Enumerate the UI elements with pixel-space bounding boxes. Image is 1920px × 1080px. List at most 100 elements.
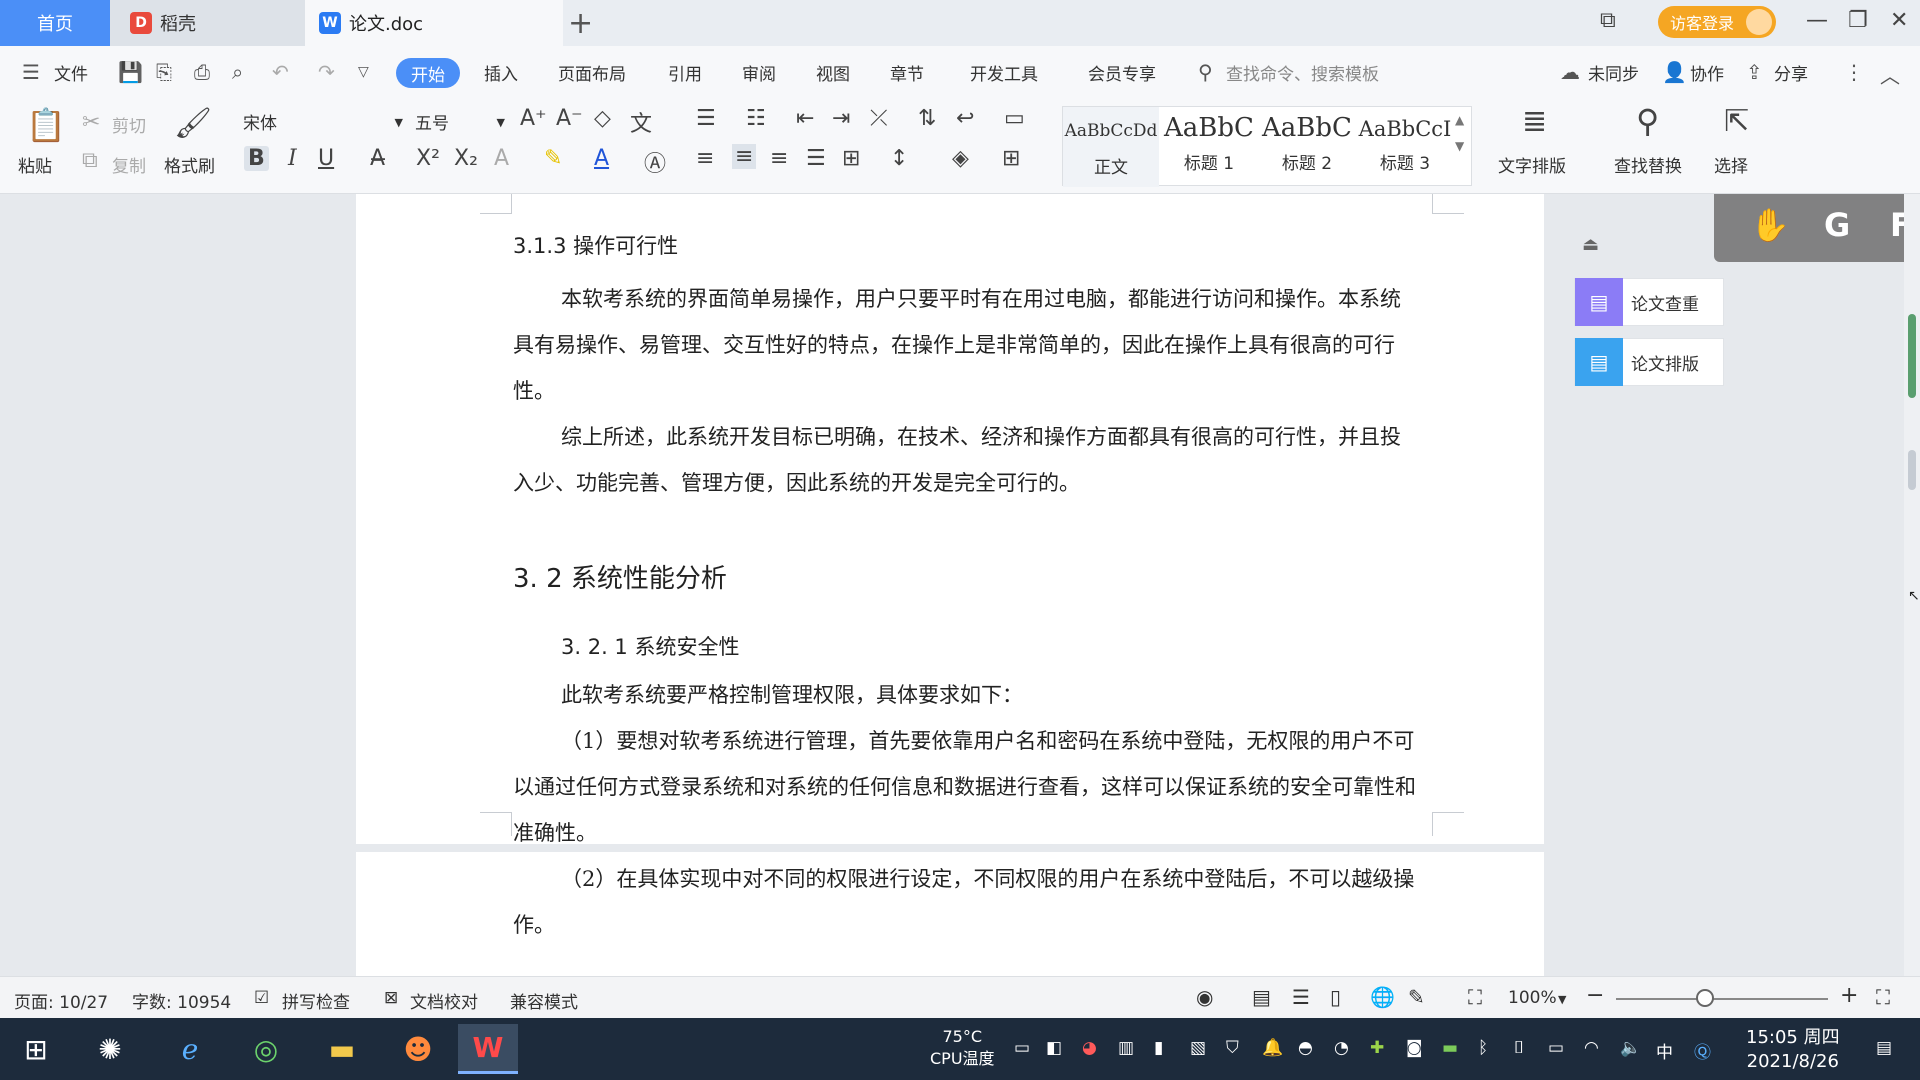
usb-icon[interactable]: ⌷: [1514, 1038, 1524, 1058]
paste-icon[interactable]: 📋: [26, 106, 66, 144]
bell-icon[interactable]: 🔔: [1262, 1038, 1283, 1058]
paragraph[interactable]: 综上所述，此系统开发目标已明确，在技术、经济和操作方面都具有很高的可行性，并且投…: [513, 414, 1418, 506]
shield-icon[interactable]: ⛉: [1226, 1038, 1239, 1058]
sort-icon[interactable]: ⇅: [918, 106, 936, 131]
zoom-level-select[interactable]: 100%: [1508, 988, 1557, 1008]
paste-button[interactable]: 粘贴: [18, 152, 52, 177]
tray-app-icon[interactable]: ◕: [1082, 1038, 1097, 1058]
menu-insert[interactable]: 插入: [484, 60, 518, 85]
show-marks-icon[interactable]: ↩: [956, 106, 974, 131]
bold-icon[interactable]: B: [244, 146, 269, 171]
line-spacing-icon[interactable]: ↕: [890, 146, 908, 171]
tray-app-icon[interactable]: ◧: [1046, 1038, 1062, 1058]
undo-icon[interactable]: ↶: [272, 60, 289, 84]
zoom-slider-handle[interactable]: [1696, 989, 1715, 1007]
shading-icon[interactable]: ◈: [952, 146, 969, 171]
heading-3-2[interactable]: 3. 2 系统性能分析: [513, 558, 727, 595]
cut-button[interactable]: 剪切: [112, 112, 146, 137]
read-view-icon[interactable]: ▯: [1330, 985, 1341, 1009]
decrease-indent-icon[interactable]: ⇤: [796, 106, 814, 131]
align-right-icon[interactable]: ≡: [770, 146, 788, 171]
increase-indent-icon[interactable]: ⇥: [832, 106, 850, 131]
file-explorer-icon[interactable]: ▬: [312, 1024, 372, 1074]
menu-chapter[interactable]: 章节: [890, 60, 924, 85]
floating-toolbar[interactable]: ✋ G F: [1714, 194, 1920, 262]
web-view-icon[interactable]: 🌐: [1370, 985, 1395, 1009]
guest-login-button[interactable]: 访客登录: [1658, 6, 1776, 38]
word-count[interactable]: 字数: 10954: [132, 988, 231, 1013]
tray-app-icon[interactable]: ◓: [1298, 1038, 1313, 1058]
char-border-icon[interactable]: Ⓐ: [644, 146, 666, 178]
outline-view-icon[interactable]: ☰: [1292, 985, 1310, 1009]
share-button[interactable]: 分享: [1774, 60, 1808, 85]
style-heading-1[interactable]: AaBbC 标题 1: [1161, 107, 1257, 187]
paper-check-button[interactable]: ▤ 论文查重: [1574, 278, 1724, 326]
cpu-temp-widget[interactable]: 75°C CPU温度: [930, 1026, 995, 1070]
paragraph[interactable]: 本软考系统的界面简单易操作，用户只要平时有在用过电脑，都能进行访问和操作。本系统…: [513, 276, 1418, 414]
justify-icon[interactable]: ☰: [806, 146, 826, 171]
bluetooth-icon[interactable]: ᛒ: [1478, 1038, 1488, 1058]
pinwheel-app-icon[interactable]: ✺: [80, 1024, 140, 1074]
menu-file[interactable]: 文件: [54, 60, 88, 85]
copy-button[interactable]: 复制: [112, 152, 146, 177]
proofread-button[interactable]: 文档校对: [410, 988, 478, 1013]
ruler-icon[interactable]: ▭: [1004, 106, 1025, 131]
wifi-icon[interactable]: ◠: [1584, 1038, 1599, 1058]
decrease-font-icon[interactable]: A⁻: [556, 106, 583, 131]
font-size-select[interactable]: 五号 ▼: [410, 108, 510, 134]
page-count[interactable]: 页面: 10/27: [14, 988, 108, 1013]
menu-view[interactable]: 视图: [816, 60, 850, 85]
text-layout-button[interactable]: 文字排版: [1498, 152, 1566, 177]
collapse-ribbon-icon[interactable]: ︿: [1880, 60, 1900, 89]
redo-icon[interactable]: ↷: [318, 60, 335, 84]
tab-daoke[interactable]: D 稻壳: [110, 0, 305, 46]
italic-icon[interactable]: I: [288, 146, 297, 171]
hamburger-menu-icon[interactable]: ☰: [22, 60, 40, 84]
fit-page-icon[interactable]: ⛶: [1468, 985, 1482, 1009]
paper-layout-button[interactable]: ▤ 论文排版: [1574, 338, 1724, 386]
chinese-layout-icon[interactable]: ⤫: [870, 106, 888, 131]
menu-review[interactable]: 审阅: [742, 60, 776, 85]
borders-icon[interactable]: ⊞: [1002, 146, 1020, 171]
ime-indicator[interactable]: 中: [1656, 1038, 1673, 1063]
side-panel-collapse-icon[interactable]: ⏏: [1582, 234, 1599, 255]
more-icon[interactable]: ⋮: [1844, 60, 1864, 84]
text-layout-icon[interactable]: ≣: [1522, 104, 1547, 139]
minimize-icon[interactable]: —: [1806, 8, 1828, 33]
paragraph[interactable]: （1）要想对软考系统进行管理，首先要依靠用户名和密码在系统中登陆，无权限的用户不…: [513, 718, 1418, 856]
zoom-in-icon[interactable]: +: [1840, 983, 1858, 1008]
increase-font-icon[interactable]: A⁺: [520, 106, 547, 131]
find-replace-button[interactable]: 查找替换: [1614, 152, 1682, 177]
text-effect-icon[interactable]: A: [494, 146, 509, 171]
select-cursor-icon[interactable]: ⇱: [1724, 104, 1749, 139]
battery-icon[interactable]: ▭: [1548, 1038, 1564, 1058]
tray-app-icon[interactable]: ▧: [1190, 1038, 1206, 1058]
page-view-icon[interactable]: ▤: [1252, 985, 1271, 1009]
print-preview-icon[interactable]: ⌕: [232, 60, 243, 84]
distribute-icon[interactable]: ⊞: [842, 146, 860, 171]
close-icon[interactable]: ✕: [1890, 8, 1908, 33]
restore-icon[interactable]: ❐: [1848, 8, 1868, 33]
tray-app-icon[interactable]: ▬: [1442, 1038, 1458, 1058]
command-search-input[interactable]: 查找命令、搜索模板: [1226, 60, 1379, 85]
menu-page-layout[interactable]: 页面布局: [558, 60, 626, 85]
sync-status[interactable]: 未同步: [1588, 60, 1639, 85]
system-clock[interactable]: 15:05 周四 2021/8/26: [1746, 1026, 1840, 1074]
zoom-slider-track[interactable]: [1616, 998, 1828, 1000]
volume-icon[interactable]: 🔈: [1620, 1038, 1641, 1058]
phonetic-icon[interactable]: 文: [630, 106, 652, 138]
wps-writer-icon[interactable]: W: [458, 1024, 518, 1074]
browser-icon[interactable]: ◎: [236, 1024, 296, 1074]
superscript-icon[interactable]: X²: [416, 146, 440, 171]
zoom-out-icon[interactable]: −: [1586, 983, 1604, 1008]
style-normal[interactable]: AaBbCcDd 正文: [1063, 107, 1159, 187]
tab-document[interactable]: W 论文.doc: [305, 0, 563, 46]
style-heading-2[interactable]: AaBbC 标题 2: [1259, 107, 1355, 187]
tab-home[interactable]: 首页: [0, 0, 110, 46]
format-painter-button[interactable]: 格式刷: [164, 152, 215, 177]
menu-member[interactable]: 会员专享: [1088, 60, 1156, 85]
save-icon[interactable]: 💾: [118, 60, 143, 84]
tray-app-icon[interactable]: ▮: [1154, 1038, 1163, 1058]
bullet-list-icon[interactable]: ☰: [696, 106, 716, 131]
style-scroll-down-icon[interactable]: ▼: [1455, 139, 1464, 153]
